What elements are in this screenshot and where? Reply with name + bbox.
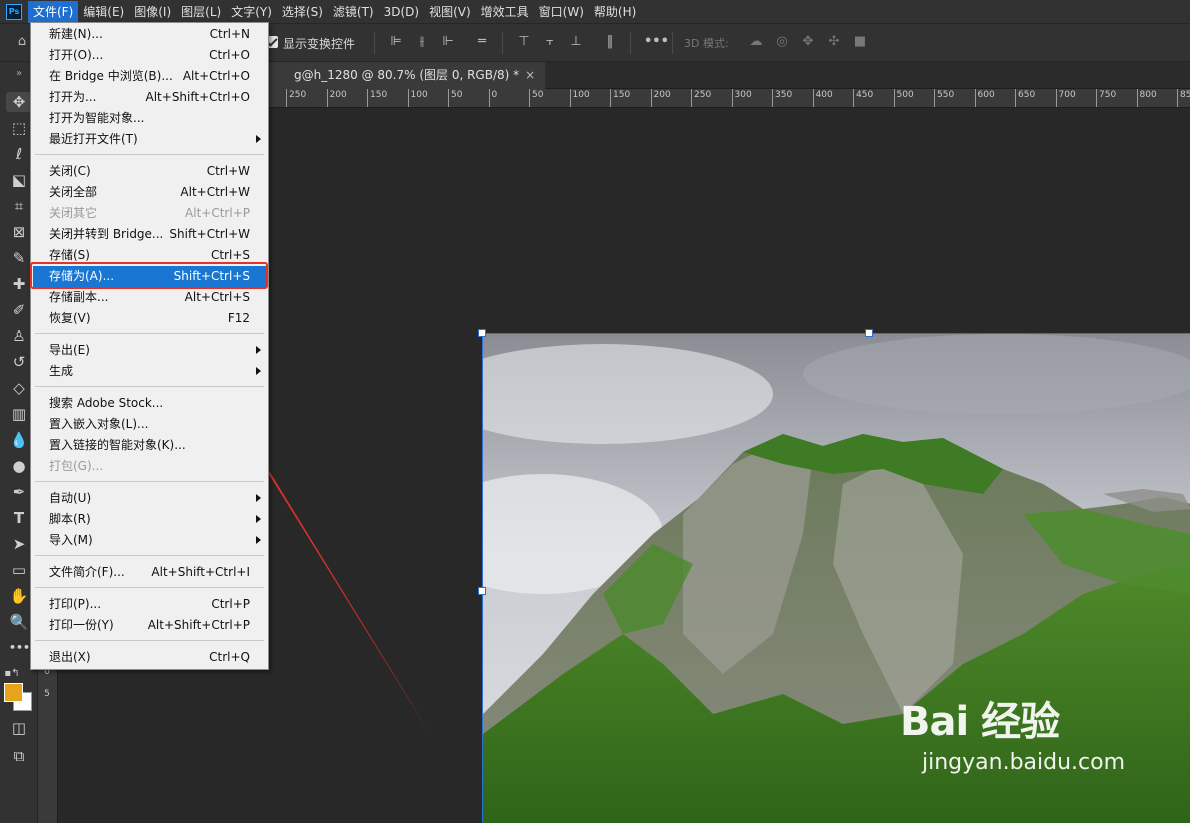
menu-item-label: 关闭全部 bbox=[49, 185, 98, 199]
menu-item[interactable]: 新建(N)... Ctrl+N bbox=[33, 24, 266, 45]
menu-item[interactable]: 最近打开文件(T) bbox=[33, 129, 266, 150]
menu-item[interactable]: 生成 bbox=[33, 361, 266, 382]
menu-item-shortcut: Ctrl+Q bbox=[209, 650, 250, 664]
menu-item[interactable]: 文件简介(F)... Alt+Shift+Ctrl+I bbox=[33, 562, 266, 583]
menu-item-label: 关闭其它 bbox=[49, 206, 98, 220]
menu-item[interactable]: 搜索 Adobe Stock... bbox=[33, 393, 266, 414]
menu-separator bbox=[35, 481, 264, 482]
submenu-arrow-icon bbox=[256, 515, 261, 523]
menu-item-shortcut: Alt+Shift+Ctrl+O bbox=[145, 90, 250, 104]
menu-item-label: 打开为... bbox=[49, 90, 97, 104]
submenu-arrow-icon bbox=[256, 135, 261, 143]
menu-item-shortcut: Alt+Ctrl+O bbox=[182, 69, 250, 83]
menu-item-shortcut: Alt+Ctrl+W bbox=[180, 185, 250, 199]
menu-item: 关闭其它 Alt+Ctrl+P bbox=[33, 203, 266, 224]
menu-item-label: 自动(U) bbox=[49, 491, 92, 505]
menu-item-label: 打印一份(Y) bbox=[49, 618, 114, 632]
menu-item-label: 脚本(R) bbox=[49, 512, 91, 526]
menu-item[interactable]: 自动(U) bbox=[33, 488, 266, 509]
menu-item[interactable]: 打开为智能对象... bbox=[33, 108, 266, 129]
menu-item-label: 在 Bridge 中浏览(B)... bbox=[49, 69, 173, 83]
submenu-arrow-icon bbox=[256, 367, 261, 375]
menu-item-shortcut: Alt+Shift+Ctrl+P bbox=[147, 618, 250, 632]
menu-separator bbox=[35, 555, 264, 556]
menu-item-label: 存储副本... bbox=[49, 290, 109, 304]
menu-item-shortcut: Alt+Ctrl+P bbox=[185, 206, 250, 220]
menu-item-label: 新建(N)... bbox=[49, 27, 103, 41]
menu-item[interactable]: 打印(P)... Ctrl+P bbox=[33, 594, 266, 615]
menu-item[interactable]: 导入(M) bbox=[33, 530, 266, 551]
menu-item[interactable]: 置入链接的智能对象(K)... bbox=[33, 435, 266, 456]
menu-item[interactable]: 导出(E) bbox=[33, 340, 266, 361]
menu-item-shortcut: Alt+Shift+Ctrl+I bbox=[151, 565, 250, 579]
menu-separator bbox=[35, 640, 264, 641]
menu-item-label: 关闭并转到 Bridge... bbox=[49, 227, 164, 241]
menu-item[interactable]: 关闭全部 Alt+Ctrl+W bbox=[33, 182, 266, 203]
submenu-arrow-icon bbox=[256, 536, 261, 544]
menu-item-shortcut: Ctrl+P bbox=[211, 597, 250, 611]
menu-item-label: 关闭(C) bbox=[49, 164, 91, 178]
menu-item[interactable]: 关闭并转到 Bridge... Shift+Ctrl+W bbox=[33, 224, 266, 245]
menu-item-label: 文件简介(F)... bbox=[49, 565, 125, 579]
menu-item-label: 导出(E) bbox=[49, 343, 90, 357]
menu-item-label: 打开为智能对象... bbox=[49, 111, 145, 125]
menu-item-label: 置入链接的智能对象(K)... bbox=[49, 438, 186, 452]
menu-separator bbox=[35, 587, 264, 588]
menu-item-label: 导入(M) bbox=[49, 533, 93, 547]
menu-item-label: 置入嵌入对象(L)... bbox=[49, 417, 149, 431]
menu-item-label: 退出(X) bbox=[49, 650, 91, 664]
menu-item[interactable]: 置入嵌入对象(L)... bbox=[33, 414, 266, 435]
menu-item-label: 搜索 Adobe Stock... bbox=[49, 396, 164, 410]
photoshop-window: Ps 文件(F) 编辑(E) 图像(I) 图层(L) 文字(Y) 选择(S) 滤镜(T) 3D… bbox=[0, 0, 1190, 823]
menu-item-label: 恢复(V) bbox=[49, 311, 91, 325]
menu-item-shortcut: Shift+Ctrl+W bbox=[169, 227, 250, 241]
submenu-arrow-icon bbox=[256, 494, 261, 502]
submenu-arrow-icon bbox=[256, 346, 261, 354]
menu-item-label: 打包(G)... bbox=[49, 459, 104, 473]
menu-separator bbox=[35, 333, 264, 334]
menu-item[interactable]: 关闭(C) Ctrl+W bbox=[33, 161, 266, 182]
menu-item-shortcut: Alt+Ctrl+S bbox=[184, 290, 250, 304]
menu-item-shortcut: Ctrl+W bbox=[206, 164, 250, 178]
menu-item: 打包(G)... bbox=[33, 456, 266, 477]
menu-item-label: 存储(S) bbox=[49, 248, 90, 262]
file-menu-dropdown: 新建(N)... Ctrl+N 打开(O)... Ctrl+O 在 Bridge 中浏览… bbox=[30, 22, 269, 670]
menu-item-label: 打印(P)... bbox=[49, 597, 102, 611]
menu-item-shortcut: Ctrl+O bbox=[209, 48, 250, 62]
menu-item-label: 生成 bbox=[49, 364, 74, 378]
menu-item[interactable]: 在 Bridge 中浏览(B)... Alt+Ctrl+O bbox=[33, 66, 266, 87]
menu-item[interactable]: 恢复(V) F12 bbox=[33, 308, 266, 329]
menu-separator bbox=[35, 154, 264, 155]
menu-item[interactable]: 打印一份(Y) Alt+Shift+Ctrl+P bbox=[33, 615, 266, 636]
menu-item[interactable]: 存储副本... Alt+Ctrl+S bbox=[33, 287, 266, 308]
menu-item[interactable]: 退出(X) Ctrl+Q bbox=[33, 647, 266, 668]
menu-item[interactable]: 打开(O)... Ctrl+O bbox=[33, 45, 266, 66]
save-as-highlight-box bbox=[30, 262, 268, 289]
menu-item-shortcut: F12 bbox=[227, 311, 250, 325]
menu-item[interactable]: 打开为... Alt+Shift+Ctrl+O bbox=[33, 87, 266, 108]
menu-item[interactable]: 脚本(R) bbox=[33, 509, 266, 530]
menu-item-label: 最近打开文件(T) bbox=[49, 132, 138, 146]
menu-item-label: 打开(O)... bbox=[49, 48, 104, 62]
menu-item-shortcut: Ctrl+N bbox=[209, 27, 250, 41]
menu-separator bbox=[35, 386, 264, 387]
